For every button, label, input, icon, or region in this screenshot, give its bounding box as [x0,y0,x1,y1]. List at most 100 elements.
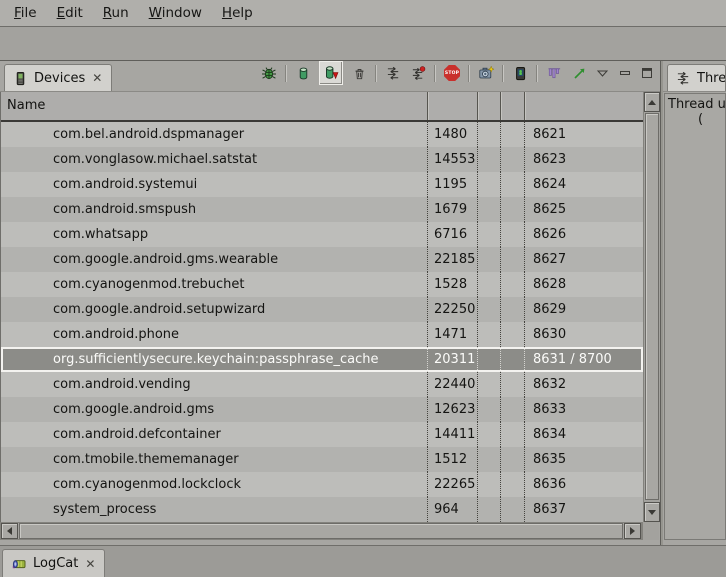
scroll-up-button[interactable] [644,92,660,112]
threads-tab-label: Threads [697,71,726,86]
process-port: 8629 [525,297,643,322]
minimize-button[interactable] [617,66,632,81]
horizontal-scrollbar-row [0,522,660,540]
stop-process-button[interactable]: STOP [443,64,461,82]
process-port: 8626 [525,222,643,247]
menu-window[interactable]: Window [139,1,212,25]
column-header-name[interactable]: Name [1,92,428,120]
process-name: com.whatsapp [1,222,428,247]
column-header-2[interactable] [501,92,525,120]
allocation-tracker-button[interactable] [545,64,563,82]
column-header-1[interactable] [478,92,501,120]
triangle-up-icon [648,100,656,105]
process-port: 8623 [525,147,643,172]
process-port: 8631 / 8700 [525,347,643,372]
cause-gc-button[interactable] [350,64,368,82]
process-port: 8634 [525,422,643,447]
empty-cell [501,322,525,347]
table-row[interactable]: com.cyanogenmod.lockclock 22265 8636 [1,472,643,497]
reset-adb-button[interactable] [511,64,529,82]
table-row[interactable]: com.google.android.gms 12623 8633 [1,397,643,422]
table-row[interactable]: com.cyanogenmod.trebuchet 1528 8628 [1,272,643,297]
bottom-tab-bar: LogCat ✕ [0,545,726,577]
table-row-selected[interactable]: org.sufficientlysecure.keychain:passphra… [1,347,643,372]
process-name: system_process [1,497,428,522]
table-row[interactable]: com.tmobile.thememanager 1512 8635 [1,447,643,472]
close-icon[interactable]: ✕ [84,557,96,571]
empty-cell [478,347,501,372]
logcat-icon [11,556,27,572]
debug-process-button[interactable] [260,64,278,82]
empty-cell [501,447,525,472]
process-pid: 14553 [428,147,478,172]
scroll-left-button[interactable] [1,523,18,539]
vertical-scroll-thumb[interactable] [645,113,659,500]
table-row[interactable]: com.google.android.setupwizard 22250 862… [1,297,643,322]
scroll-right-button[interactable] [624,523,641,539]
empty-cell [478,472,501,497]
update-threads-button[interactable] [384,64,402,82]
empty-cell [501,197,525,222]
tab-threads[interactable]: Threads [667,64,726,91]
process-pid: 964 [428,497,478,522]
empty-cell [501,297,525,322]
main-area: Devices ✕ [0,61,726,545]
process-pid: 1471 [428,322,478,347]
table-row[interactable]: system_process 964 8637 [1,497,643,522]
close-icon[interactable]: ✕ [91,71,103,85]
menu-file[interactable]: File [4,1,47,25]
table-row[interactable]: com.android.vending 22440 8632 [1,372,643,397]
table-row[interactable]: com.android.systemui 1195 8624 [1,172,643,197]
main-toolbar-strip [0,27,726,61]
vertical-scrollbar[interactable] [643,92,660,522]
process-name: com.android.defcontainer [1,422,428,447]
update-heap-button[interactable] [294,64,312,82]
table-row[interactable]: com.android.phone 1471 8630 [1,322,643,347]
horizontal-scroll-thumb[interactable] [19,523,623,539]
menu-run[interactable]: Run [93,1,139,25]
column-header-port[interactable] [525,92,643,120]
menu-edit[interactable]: Edit [47,1,93,25]
process-port: 8624 [525,172,643,197]
empty-cell [478,447,501,472]
empty-cell [478,372,501,397]
dump-hprof-button[interactable] [319,61,343,85]
view-menu-button[interactable] [595,66,610,81]
column-header-pid[interactable] [428,92,478,120]
empty-cell [501,247,525,272]
process-pid: 6716 [428,222,478,247]
table-row[interactable]: com.bel.android.dspmanager 1480 8621 [1,122,643,147]
table-row[interactable]: com.android.defcontainer 14411 8634 [1,422,643,447]
heap-dump-icon [323,65,339,81]
method-profiling-button[interactable] [409,64,427,82]
empty-cell [478,422,501,447]
table-row[interactable]: com.google.android.gms.wearable 22185 86… [1,247,643,272]
process-name: com.android.phone [1,322,428,347]
tab-devices[interactable]: Devices ✕ [4,64,112,91]
heap-cylinder-icon [296,66,311,81]
process-pid: 1528 [428,272,478,297]
process-port: 8628 [525,272,643,297]
table-row[interactable]: com.whatsapp 6716 8626 [1,222,643,247]
maximize-button[interactable] [639,66,654,81]
camera-icon [478,65,494,81]
phone-android-icon [513,66,528,81]
table-row[interactable]: com.vonglasow.michael.satstat 14553 8623 [1,147,643,172]
horizontal-scrollbar[interactable] [0,522,642,540]
maximize-icon [641,67,653,79]
process-port: 8627 [525,247,643,272]
process-port: 8632 [525,372,643,397]
devices-view: Devices ✕ [0,61,660,545]
empty-cell [478,272,501,297]
scroll-down-button[interactable] [644,502,660,522]
start-tracing-button[interactable] [570,64,588,82]
process-pid: 22440 [428,372,478,397]
devices-toolbar: STOP [260,61,660,91]
screen-capture-button[interactable] [477,64,495,82]
stop-icon: STOP [444,65,460,81]
empty-cell [501,347,525,372]
process-pid: 1679 [428,197,478,222]
tab-logcat[interactable]: LogCat ✕ [2,549,105,577]
table-row[interactable]: com.android.smspush 1679 8625 [1,197,643,222]
menu-help[interactable]: Help [212,1,263,25]
